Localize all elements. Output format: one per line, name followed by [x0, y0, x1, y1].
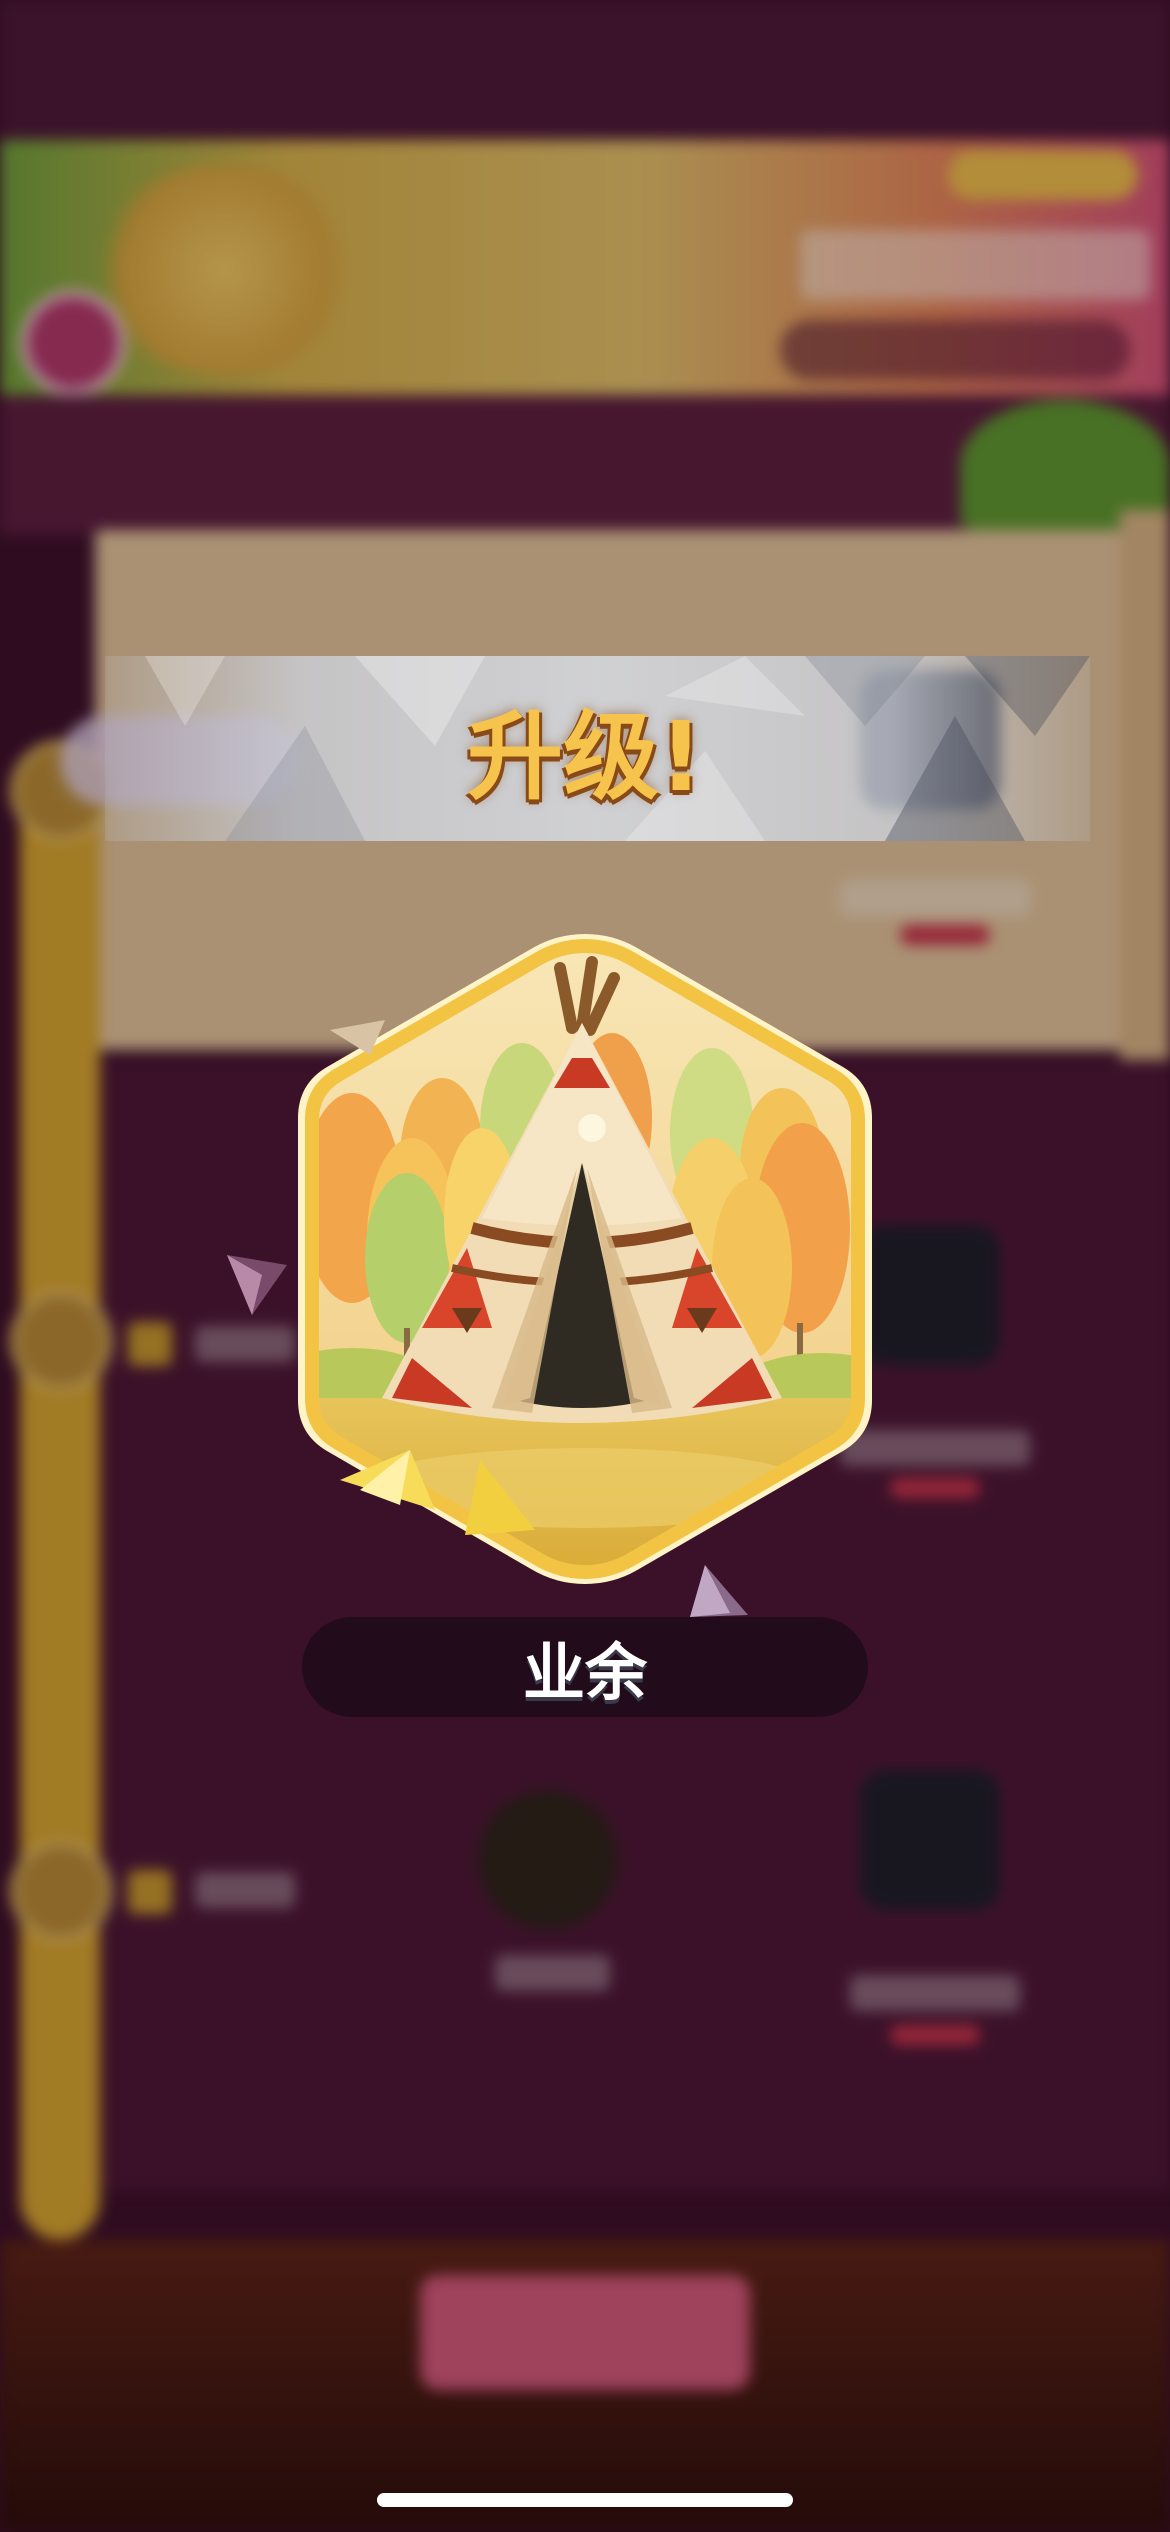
- upgrade-title: 升级!: [467, 701, 703, 813]
- shard-decoration: [227, 1255, 287, 1315]
- shard-decoration: [690, 1565, 748, 1617]
- shard-decoration: [330, 1020, 385, 1055]
- shard-decoration: [465, 1460, 535, 1535]
- rank-name: 业余: [522, 1636, 647, 1709]
- rank-name-pill: 业余: [302, 1617, 868, 1717]
- home-indicator[interactable]: [377, 2493, 793, 2507]
- shard-decoration: [340, 1450, 435, 1510]
